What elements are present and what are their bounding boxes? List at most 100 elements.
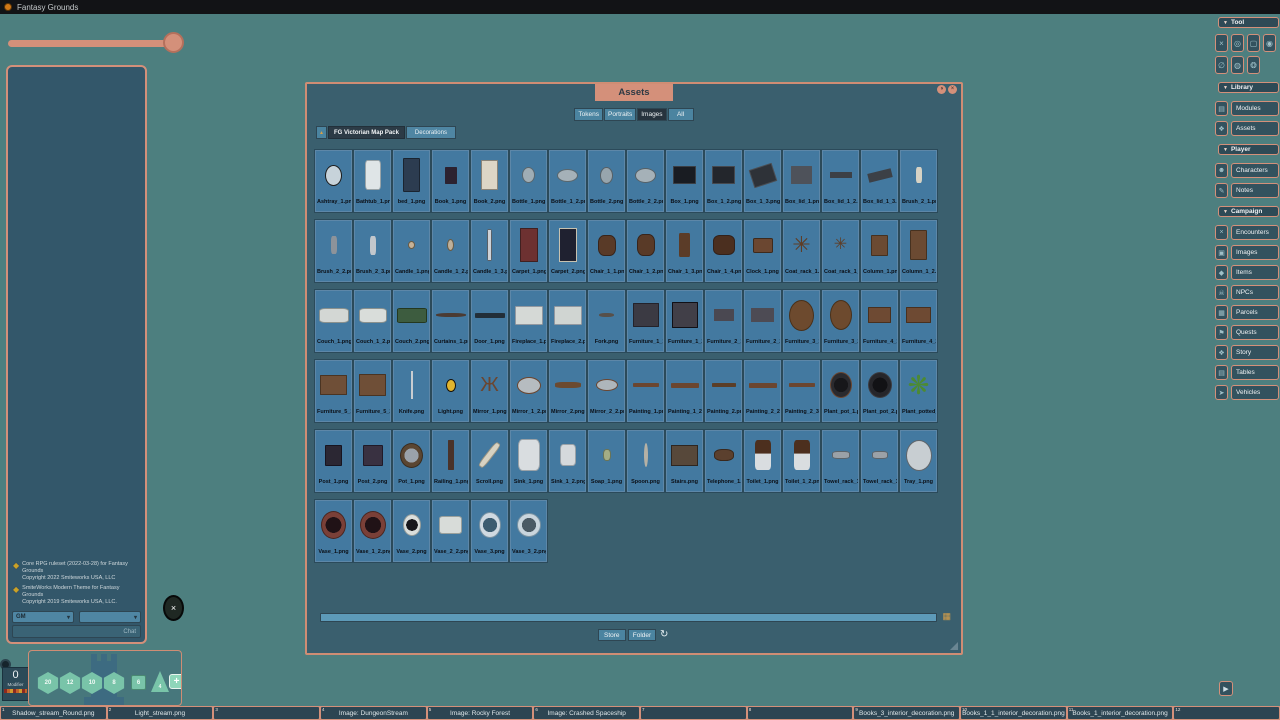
asset-tile[interactable]: Carpet_2.png	[549, 220, 586, 282]
asset-tile[interactable]: Book_2.png	[471, 150, 508, 212]
asset-tile[interactable]: Furniture_2_2.	[744, 290, 781, 352]
chat-panel-slider-knob[interactable]	[163, 32, 184, 53]
assets-window-title[interactable]: Assets	[595, 84, 673, 101]
asset-tile[interactable]: Plant_pot_2.p	[861, 360, 898, 422]
taskbar-slot-9[interactable]: 9Books_3_interior_decoration.png	[854, 707, 959, 719]
close-icon[interactable]: ×	[948, 85, 957, 94]
sidebar-expand-button[interactable]: ▶	[1219, 681, 1233, 696]
asset-tile[interactable]: Candle_1.png	[393, 220, 430, 282]
taskbar-slot-4[interactable]: 4Image: DungeonStream	[321, 707, 426, 719]
asset-tile[interactable]: Furniture_5_2.	[354, 360, 391, 422]
breadcrumb-module[interactable]: FG Victorian Map Pack	[328, 126, 405, 139]
grid-view-icon[interactable]: ▦	[942, 611, 951, 622]
story-icon[interactable]: ❖	[1215, 345, 1228, 360]
sidebar-item-encounters[interactable]: Encounters	[1231, 225, 1279, 240]
identity-select[interactable]: GM ▾	[12, 611, 74, 623]
asset-tile[interactable]: Curtains_1.pn	[432, 290, 469, 352]
asset-tile[interactable]: Ashtray_1.png	[315, 150, 352, 212]
asset-tile[interactable]: Fireplace_2.pn	[549, 290, 586, 352]
grabbed-die-icon[interactable]: ×	[163, 595, 184, 621]
store-button[interactable]: Store	[598, 629, 626, 641]
asset-tile[interactable]: Fireplace_1.pn	[510, 290, 547, 352]
asset-tile[interactable]: ✳Coat_rack_1_2.	[822, 220, 859, 282]
die-d4-icon[interactable]: 4	[151, 671, 169, 692]
asset-tile[interactable]: Light.png	[432, 360, 469, 422]
asset-tile[interactable]: Carpet_1.png	[510, 220, 547, 282]
asset-tile[interactable]: Clock_1.png	[744, 220, 781, 282]
asset-tile[interactable]: Knife.png	[393, 360, 430, 422]
characters-icon[interactable]: ☻	[1215, 163, 1228, 178]
asset-tile[interactable]: Vase_3_2.png	[510, 500, 547, 562]
asset-tile[interactable]: Vase_2.png	[393, 500, 430, 562]
asset-tile[interactable]: Mirror_1_2.pn	[510, 360, 547, 422]
asset-tile[interactable]: Box_lid_1_2.pn	[822, 150, 859, 212]
die-d6-icon[interactable]: 6	[131, 675, 146, 690]
asset-tile[interactable]: Vase_1_2.png	[354, 500, 391, 562]
sidebar-item-story[interactable]: Story	[1231, 345, 1279, 360]
asset-tile[interactable]: Book_1.png	[432, 150, 469, 212]
tables-icon[interactable]: ▤	[1215, 365, 1228, 380]
asset-tile[interactable]: Furniture_1_1.	[627, 290, 664, 352]
asset-tile[interactable]: Bottle_1_2.pn	[549, 150, 586, 212]
notes-icon[interactable]: ✎	[1215, 183, 1228, 198]
vehicles-icon[interactable]: ➤	[1215, 385, 1228, 400]
asset-tile[interactable]: Box_1.png	[666, 150, 703, 212]
add-die-button[interactable]: +	[169, 674, 182, 689]
asset-tile[interactable]: Pot_1.png	[393, 430, 430, 492]
asset-tile[interactable]: Bottle_1.png	[510, 150, 547, 212]
sidebar-header-library[interactable]: ▼Library	[1218, 82, 1279, 93]
tool-icon-5[interactable]: ∅	[1215, 56, 1228, 74]
sidebar-header-player[interactable]: ▼Player	[1218, 144, 1279, 155]
asset-tile[interactable]: ❋Plant_potted_	[900, 360, 937, 422]
shrink-icon[interactable]: ◑	[937, 85, 946, 94]
die-d20-icon[interactable]: 20	[37, 672, 59, 694]
asset-tile[interactable]: Scroll.png	[471, 430, 508, 492]
sidebar-item-npcs[interactable]: NPCs	[1231, 285, 1279, 300]
asset-tile[interactable]: Stairs.png	[666, 430, 703, 492]
folder-up-button[interactable]: ▲	[316, 126, 327, 139]
npcs-icon[interactable]: ☠	[1215, 285, 1228, 300]
asset-tile[interactable]: Painting_1.pn	[627, 360, 664, 422]
tool-icon-4[interactable]: ◉	[1263, 34, 1276, 52]
asset-tile[interactable]: Couch_1.png	[315, 290, 352, 352]
asset-tile[interactable]: Soap_1.png	[588, 430, 625, 492]
tab-portraits[interactable]: Portraits	[604, 108, 636, 121]
asset-tile[interactable]: Vase_3.png	[471, 500, 508, 562]
sidebar-item-tables[interactable]: Tables	[1231, 365, 1279, 380]
asset-tile[interactable]: Sink_1_2.png	[549, 430, 586, 492]
asset-tile[interactable]: Painting_2_2.	[744, 360, 781, 422]
breadcrumb-folder[interactable]: Decorations	[406, 126, 456, 139]
asset-tile[interactable]: Brush_2_3.png	[354, 220, 391, 282]
resize-handle[interactable]	[950, 642, 958, 650]
asset-tile[interactable]: Box_lid_1.png	[783, 150, 820, 212]
taskbar-slot-6[interactable]: 6Image: Crashed Spaceship	[534, 707, 639, 719]
asset-tile[interactable]: Furniture_3_2.	[822, 290, 859, 352]
taskbar-slot-10[interactable]: 10Books_1_1_interior_decoration.png	[961, 707, 1066, 719]
asset-tile[interactable]: Mirror_2.png	[549, 360, 586, 422]
sidebar-item-items[interactable]: Items	[1231, 265, 1279, 280]
asset-tile[interactable]: Couch_2.png	[393, 290, 430, 352]
asset-tile[interactable]: Furniture_3_1.	[783, 290, 820, 352]
asset-tile[interactable]: Railing_1.png	[432, 430, 469, 492]
tool-icon-2[interactable]: ◎	[1231, 34, 1244, 52]
asset-tile[interactable]: Box_lid_1_3.p	[861, 150, 898, 212]
parcels-icon[interactable]: ▦	[1215, 305, 1228, 320]
taskbar-slot-1[interactable]: 1Shadow_stream_Round.png	[1, 707, 106, 719]
asset-tile[interactable]: Door_1.png	[471, 290, 508, 352]
horizontal-scrollbar[interactable]	[320, 613, 937, 622]
refresh-icon[interactable]: ↻	[658, 629, 670, 641]
modifier-box[interactable]: 0 Modifier	[2, 667, 29, 701]
asset-tile[interactable]: Sink_1.png	[510, 430, 547, 492]
asset-tile[interactable]: Brush_2_1.png	[900, 150, 937, 212]
asset-tile[interactable]: bed_1.png	[393, 150, 430, 212]
asset-tile[interactable]: Column_1_2.p	[900, 220, 937, 282]
asset-tile[interactable]: Bathtub_1.pn	[354, 150, 391, 212]
asset-tile[interactable]: Furniture_1_2.	[666, 290, 703, 352]
encounters-icon[interactable]: ×	[1215, 225, 1228, 240]
taskbar-slot-2[interactable]: 2Light_stream.png	[108, 707, 213, 719]
asset-tile[interactable]: Post_1.png	[315, 430, 352, 492]
asset-tile[interactable]: Furniture_5_1.	[315, 360, 352, 422]
sidebar-header-tool[interactable]: ▼Tool	[1218, 17, 1279, 28]
tool-icon-3[interactable]: ▢	[1247, 34, 1260, 52]
tool-icon-6[interactable]: ◍	[1231, 56, 1244, 74]
